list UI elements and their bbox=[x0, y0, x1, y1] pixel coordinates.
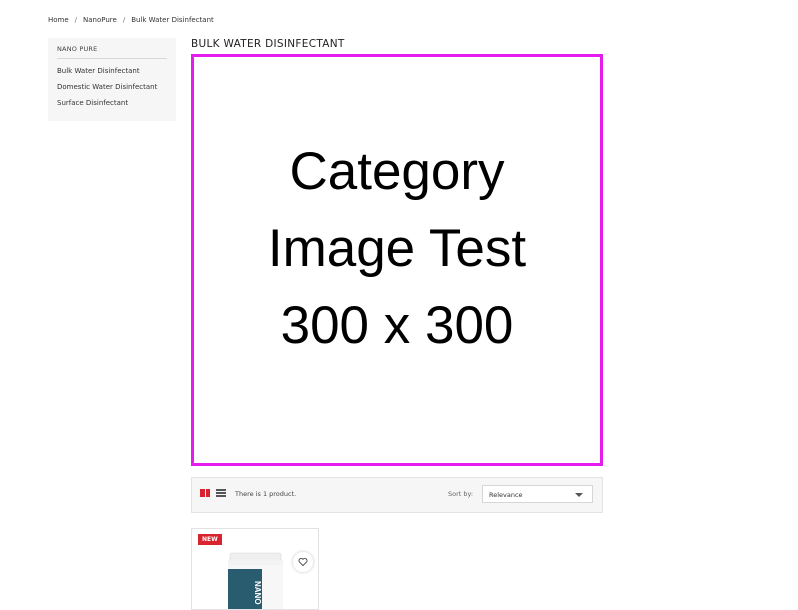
sidebar-title[interactable]: NANO PURE bbox=[57, 45, 97, 53]
breadcrumb-nanopure[interactable]: NanoPure bbox=[83, 16, 117, 24]
sort-selected-value: Relevance bbox=[489, 491, 523, 499]
category-image-line: Category bbox=[289, 142, 505, 201]
breadcrumb: Home / NanoPure / Bulk Water Disinfectan… bbox=[48, 16, 214, 24]
product-card[interactable]: NEW NANO bbox=[191, 528, 319, 610]
sidebar-divider bbox=[57, 58, 167, 59]
list-view-icon[interactable] bbox=[216, 489, 226, 497]
breadcrumb-current: Bulk Water Disinfectant bbox=[131, 16, 214, 24]
breadcrumb-separator: / bbox=[122, 16, 126, 24]
breadcrumb-separator: / bbox=[74, 16, 78, 24]
grid-view-icon[interactable] bbox=[200, 489, 210, 497]
category-image: Category Image Test 300 x 300 bbox=[191, 54, 603, 466]
category-image-line: Image Test bbox=[267, 219, 527, 278]
sort-select[interactable]: Relevance bbox=[482, 485, 593, 503]
sidebar-item-bulk-water-disinfectant[interactable]: Bulk Water Disinfectant bbox=[57, 67, 157, 83]
category-image-line: 300 x 300 bbox=[280, 296, 514, 355]
page-title: BULK WATER DISINFECTANT bbox=[191, 38, 345, 50]
new-badge: NEW bbox=[198, 534, 222, 545]
product-thumbnail[interactable]: NANO bbox=[227, 551, 284, 610]
category-image-text: Category Image Test 300 x 300 bbox=[194, 133, 600, 364]
breadcrumb-home[interactable]: Home bbox=[48, 16, 69, 24]
sidebar-category-list: Bulk Water Disinfectant Domestic Water D… bbox=[57, 67, 157, 115]
products-toolbar: There is 1 product. Sort by: Relevance bbox=[191, 477, 603, 513]
sort-label: Sort by: bbox=[448, 490, 474, 498]
product-label-text: NANO bbox=[253, 581, 262, 605]
heart-icon bbox=[298, 557, 308, 567]
sidebar-item-surface-disinfectant[interactable]: Surface Disinfectant bbox=[57, 99, 157, 115]
category-sidebar: NANO PURE Bulk Water Disinfectant Domest… bbox=[48, 38, 176, 121]
sidebar-item-domestic-water-disinfectant[interactable]: Domestic Water Disinfectant bbox=[57, 83, 157, 99]
chevron-down-icon bbox=[575, 493, 583, 497]
wishlist-button[interactable] bbox=[292, 551, 314, 573]
product-count: There is 1 product. bbox=[235, 490, 297, 498]
